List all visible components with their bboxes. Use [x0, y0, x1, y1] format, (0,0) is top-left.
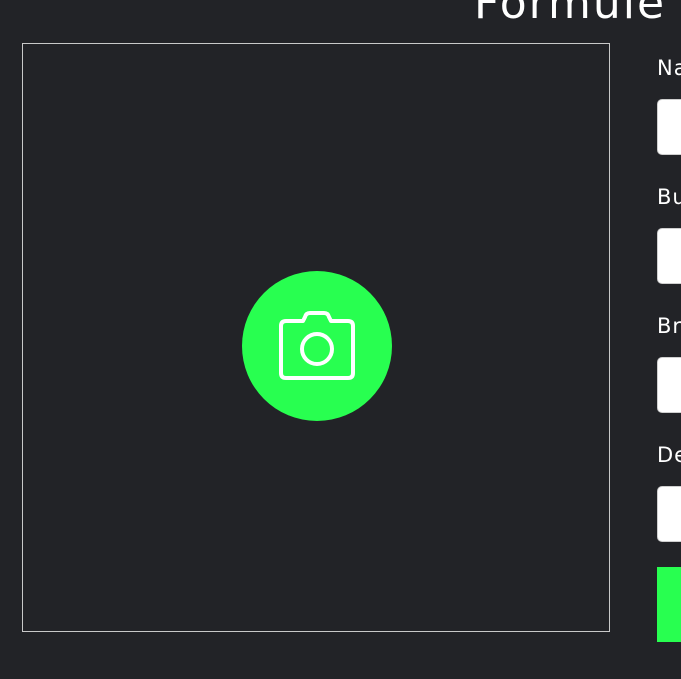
camera-icon [279, 311, 355, 380]
page: Formulé Na Bu Br De [0, 0, 681, 679]
field-label-name: Na [657, 56, 681, 80]
field-label-br: Br [657, 314, 681, 338]
field-label-bu: Bu [657, 185, 681, 209]
submit-button[interactable] [657, 567, 681, 642]
page-title: Formulé [474, 0, 667, 29]
bu-input[interactable] [657, 228, 681, 284]
photo-upload-area[interactable] [22, 43, 610, 632]
camera-button[interactable] [242, 271, 392, 421]
field-label-de: De [657, 443, 681, 467]
name-input[interactable] [657, 99, 681, 155]
br-input[interactable] [657, 357, 681, 413]
de-input[interactable] [657, 486, 681, 542]
